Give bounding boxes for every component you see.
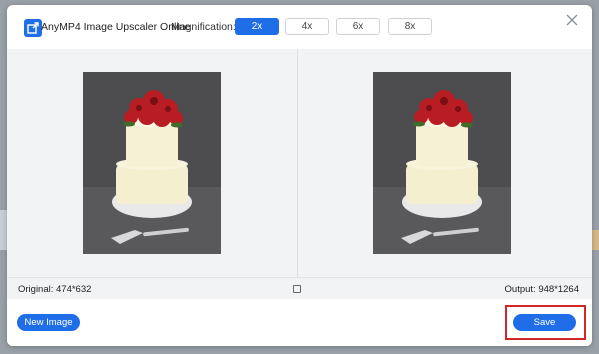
original-image bbox=[83, 72, 221, 254]
magnification-label: Magnification: bbox=[171, 21, 236, 33]
magnification-2x-button[interactable]: 2x bbox=[235, 18, 279, 35]
app-title: AnyMP4 Image Upscaler Online bbox=[41, 21, 191, 33]
output-image bbox=[373, 72, 511, 254]
save-button[interactable]: Save bbox=[513, 314, 576, 331]
dialog-header: AnyMP4 Image Upscaler Online Magnificati… bbox=[7, 5, 592, 49]
preview-divider[interactable] bbox=[297, 49, 298, 277]
close-icon[interactable] bbox=[564, 12, 580, 28]
compare-square-icon[interactable] bbox=[293, 285, 301, 293]
magnification-8x-button[interactable]: 8x bbox=[388, 18, 432, 35]
new-image-button[interactable]: New Image bbox=[17, 314, 80, 331]
magnification-4x-button[interactable]: 4x bbox=[285, 18, 329, 35]
magnification-6x-button[interactable]: 6x bbox=[336, 18, 380, 35]
preview-area bbox=[7, 49, 592, 277]
output-size-label: Output: 948*1264 bbox=[504, 284, 579, 295]
background-window-strip bbox=[591, 230, 599, 250]
dialog-footer: New Image Save bbox=[7, 299, 592, 346]
size-status-bar: Original: 474*632 Output: 948*1264 bbox=[7, 277, 592, 299]
original-size-label: Original: 474*632 bbox=[18, 284, 92, 295]
upscale-arrow-icon bbox=[24, 19, 42, 37]
upscaler-dialog: AnyMP4 Image Upscaler Online Magnificati… bbox=[7, 5, 592, 346]
